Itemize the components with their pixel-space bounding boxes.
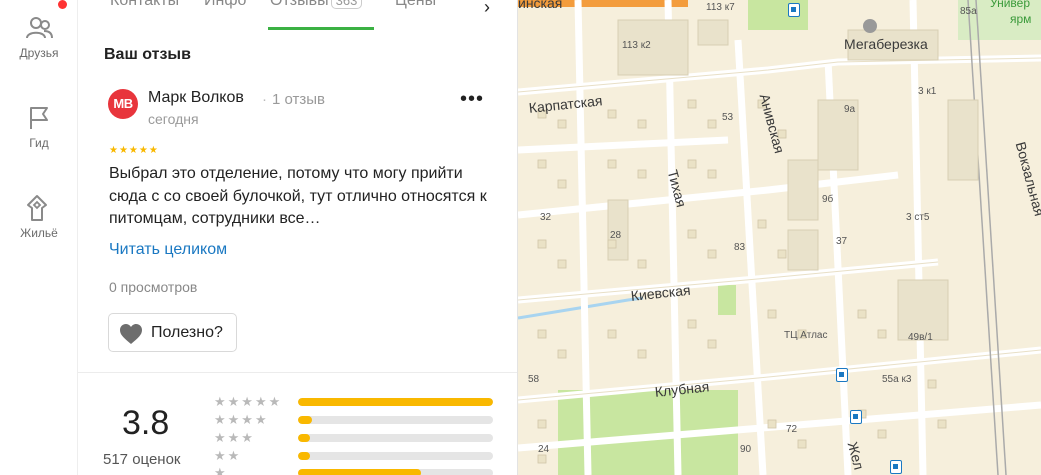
map-label: 28 <box>610 230 622 241</box>
map-label: 37 <box>836 236 848 247</box>
distribution-bar-track <box>298 416 493 424</box>
distribution-stars: ★★★★★ <box>214 394 283 409</box>
bus-stop-icon[interactable] <box>788 3 800 17</box>
map-label: ТЦ Атлас <box>784 330 828 341</box>
review-text: Выбрал это отделение, потому что могу пр… <box>109 165 487 227</box>
distribution-stars: ★★ <box>214 448 242 463</box>
useful-button[interactable]: Полезно? <box>108 313 237 352</box>
bus-stop-icon[interactable] <box>890 460 902 474</box>
distribution-bar-track <box>298 452 493 460</box>
map-canvas <box>518 0 1041 475</box>
more-dots-icon[interactable]: ••• <box>460 88 484 111</box>
rail-label-friends: Друзья <box>19 46 59 60</box>
distribution-stars: ★★★ <box>214 430 255 445</box>
map[interactable]: инская Универ ярм 113 к7 85а Мегаберезка… <box>518 0 1041 475</box>
map-label: 9а <box>844 104 856 115</box>
organization-panel: Контакты Инфо Отзывы 363 Цены › Ваш отзыв… <box>78 0 518 475</box>
rail-label-guide: Гид <box>29 136 49 150</box>
friends-icon <box>26 17 53 39</box>
chevron-right-icon[interactable]: › <box>484 0 490 18</box>
review-stars: ★★★★★ <box>109 145 159 156</box>
read-more-link[interactable]: Читать целиком <box>109 241 227 259</box>
tab-reviews-count: 363 <box>330 0 363 9</box>
left-navigation-rail: Друзья Гид Жильё <box>0 0 78 475</box>
rating-value: 3.8 <box>122 404 170 442</box>
rating-count: 517 оценок <box>103 451 181 468</box>
map-label: 53 <box>722 112 734 123</box>
section-divider <box>78 372 517 373</box>
map-label: 58 <box>528 374 540 385</box>
tab-reviews-label: Отзывы <box>270 0 329 9</box>
tab-prices[interactable]: Цены <box>395 0 436 10</box>
map-label: 9б <box>822 194 834 205</box>
rail-label-housing: Жильё <box>20 226 58 240</box>
map-label: инская <box>518 0 563 11</box>
map-label: 113 к2 <box>622 40 651 51</box>
tab-contacts[interactable]: Контакты <box>110 0 179 10</box>
map-label: 113 к7 <box>706 2 735 13</box>
notification-dot <box>58 0 67 9</box>
tab-reviews[interactable]: Отзывы 363 <box>270 0 363 10</box>
rating-distribution-row[interactable]: ★★★★ <box>214 412 494 427</box>
author-review-count: 1 отзыв <box>272 91 326 108</box>
heart-icon <box>120 324 142 344</box>
map-label: 90 <box>740 444 752 455</box>
active-tab-underline <box>268 27 374 30</box>
review-date: сегодня <box>148 111 199 127</box>
map-label: 3 ст5 <box>906 212 930 223</box>
distribution-bar-fill <box>298 469 421 475</box>
distribution-bar-fill <box>298 434 310 442</box>
map-label: 24 <box>538 444 550 455</box>
rail-item-guide[interactable]: Гид <box>0 104 78 150</box>
map-label: Универ <box>990 0 1031 10</box>
rating-distribution-row[interactable]: ★★★ <box>214 430 494 445</box>
rating-distribution-row[interactable]: ★★ <box>214 448 494 463</box>
map-label: 32 <box>540 212 552 223</box>
tab-bar: Контакты Инфо Отзывы 363 Цены › <box>78 0 517 30</box>
distribution-bar-track <box>298 434 493 442</box>
useful-button-label: Полезно? <box>151 323 223 341</box>
house-hand-icon <box>27 195 47 221</box>
map-label: 72 <box>786 424 798 435</box>
separator-dot: · <box>262 91 267 108</box>
map-label: 3 к1 <box>918 86 937 97</box>
distribution-bar-fill <box>298 416 312 424</box>
review-views: 0 просмотров <box>109 279 198 295</box>
map-label: 83 <box>734 242 746 253</box>
review-author[interactable]: Марк Волков <box>148 89 244 107</box>
your-review-title: Ваш отзыв <box>104 46 191 63</box>
map-label: Мегаберезка <box>844 36 928 52</box>
distribution-stars: ★★★★ <box>214 412 269 427</box>
rating-distribution-row[interactable]: ★★★★★ <box>214 394 494 409</box>
rail-item-friends[interactable]: Друзья <box>0 14 78 60</box>
avatar[interactable]: МВ <box>108 89 138 119</box>
distribution-bar-fill <box>298 452 310 460</box>
map-label: ярм <box>1010 12 1032 26</box>
map-label: 55а к3 <box>882 374 912 385</box>
distribution-bar-track <box>298 469 493 475</box>
distribution-bar-fill <box>298 398 493 406</box>
tab-info[interactable]: Инфо <box>204 0 246 10</box>
map-label: 49в/1 <box>908 332 933 343</box>
distribution-stars: ★ <box>214 465 228 475</box>
bus-stop-icon[interactable] <box>836 368 848 382</box>
distribution-bar-track <box>298 398 493 406</box>
rail-item-housing[interactable]: Жильё <box>0 192 78 240</box>
map-label: 85а <box>960 6 977 17</box>
bus-stop-icon[interactable] <box>850 410 862 424</box>
rating-distribution-row[interactable]: ★ <box>214 465 494 475</box>
flag-icon <box>30 107 48 129</box>
